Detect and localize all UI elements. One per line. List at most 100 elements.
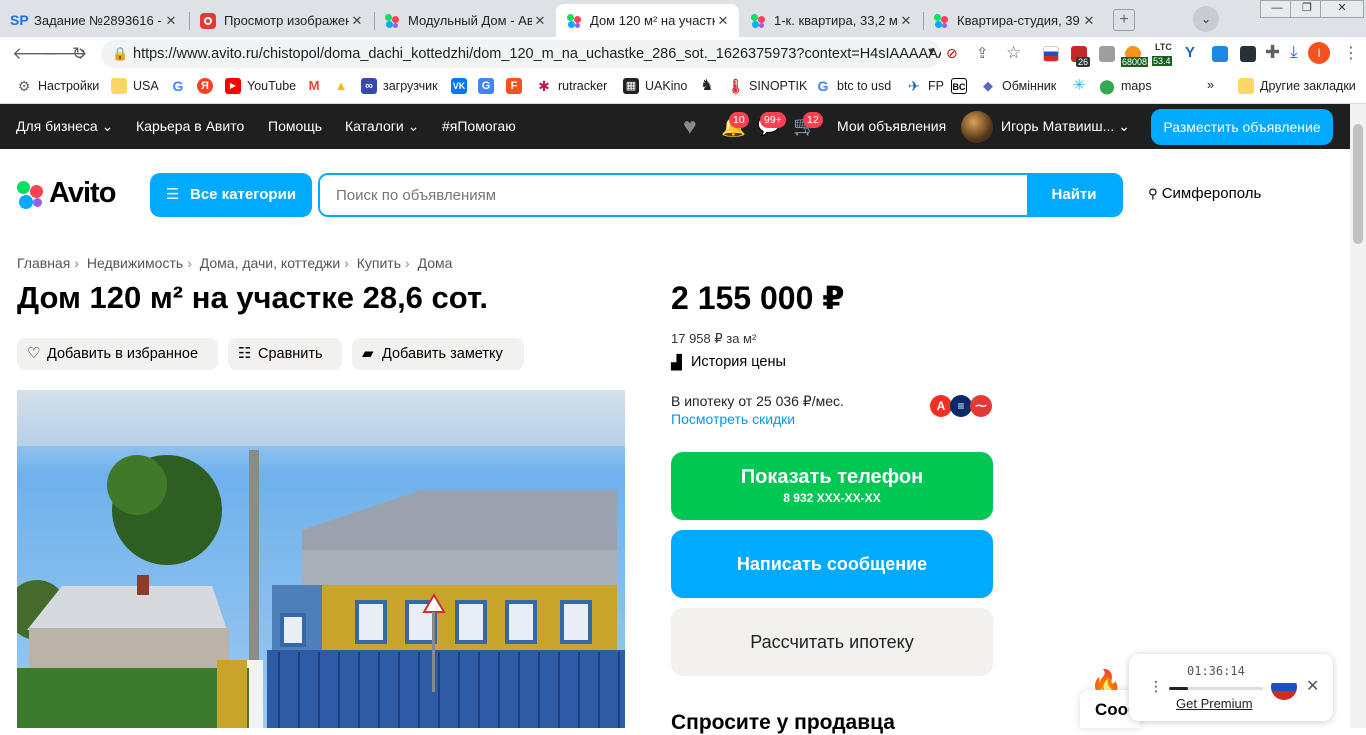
- close-icon[interactable]: ✕: [1306, 676, 1319, 696]
- categories-search-icon: ☰: [166, 186, 180, 203]
- bookmark-google[interactable]: G: [170, 78, 192, 94]
- see-discounts-link[interactable]: Посмотреть скидки: [671, 411, 795, 427]
- menu-icon[interactable]: ⋮: [1343, 43, 1359, 63]
- crumb-home[interactable]: Главная: [17, 255, 70, 271]
- nav-career[interactable]: Карьера в Авито: [136, 118, 244, 134]
- nav-help-tag[interactable]: #яПомогаю: [442, 118, 516, 134]
- download-icon[interactable]: ⤓: [1290, 42, 1298, 62]
- scrollbar-thumb[interactable]: [1353, 124, 1363, 244]
- bookmark-yandex[interactable]: Я: [197, 78, 219, 94]
- new-tab-button[interactable]: +: [1113, 9, 1135, 31]
- google-icon: G: [170, 78, 186, 94]
- bookmark-maps[interactable]: ⬤ maps: [1099, 78, 1152, 94]
- profile-avatar[interactable]: I: [1308, 42, 1330, 64]
- f-icon: F: [506, 78, 522, 94]
- block-icon[interactable]: ⊘: [946, 45, 958, 62]
- uakino-icon: ▦: [623, 78, 639, 94]
- crumb-buy[interactable]: Купить: [357, 255, 401, 271]
- bookmarks-overflow[interactable]: »: [1207, 78, 1214, 92]
- bookmark-f[interactable]: F: [506, 78, 528, 94]
- note-icon: ▰: [362, 345, 374, 362]
- bookmark-vk[interactable]: VK: [451, 78, 473, 94]
- tab-search-icon[interactable]: ⌄: [1193, 6, 1219, 32]
- briefcase-extension-icon[interactable]: [1099, 46, 1115, 62]
- lock-icon[interactable]: 🔒: [112, 40, 128, 68]
- bookmark-bc[interactable]: BC: [951, 78, 973, 94]
- show-phone-button[interactable]: Показать телефон 8 932 XXX-XX-XX: [671, 452, 993, 520]
- calculate-mortgage-button[interactable]: Рассчитать ипотеку: [671, 608, 993, 676]
- more-options-icon[interactable]: ⋮: [1149, 678, 1163, 695]
- crumb-houses-cottages[interactable]: Дома, дачи, коттеджи: [200, 255, 340, 271]
- bookmark-drive[interactable]: ▲: [333, 78, 355, 94]
- user-menu[interactable]: Игорь Матвииш... ⌄: [1001, 118, 1130, 135]
- favorites-heart-icon[interactable]: ♥: [683, 113, 697, 140]
- city-selector[interactable]: ⚲ Симферополь: [1148, 185, 1261, 202]
- close-icon[interactable]: ✕: [1081, 13, 1097, 29]
- minimize-button[interactable]: —: [1260, 0, 1294, 18]
- bookmark-gmail[interactable]: M: [306, 78, 328, 94]
- close-icon[interactable]: ✕: [349, 13, 365, 29]
- compare-button[interactable]: ☷ Сравнить: [228, 338, 342, 370]
- bookmark-star-icon[interactable]: ☆: [1006, 43, 1021, 63]
- close-icon[interactable]: ✕: [715, 13, 731, 29]
- bookmark-usa[interactable]: USA: [111, 78, 159, 94]
- tab-image-viewer[interactable]: Просмотр изображени ✕: [190, 4, 373, 37]
- bookmark-exchanger[interactable]: ◆ Обмінник: [980, 78, 1056, 94]
- page-scrollbar[interactable]: [1350, 104, 1366, 728]
- tab-zadanie[interactable]: SP Задание №2893616 - п ✕: [0, 4, 187, 37]
- close-icon[interactable]: ✕: [163, 13, 179, 29]
- price-per-m2: 17 958 ₽ за м²: [671, 331, 757, 346]
- price-history-link[interactable]: ▟ История цены: [671, 354, 786, 370]
- bookmark-settings[interactable]: ⚙ Настройки: [16, 78, 100, 94]
- bookmark-sinoptik[interactable]: 🌡 SINOPTIK: [727, 78, 807, 94]
- add-favorite-button[interactable]: ♡ Добавить в избранное: [17, 338, 218, 370]
- nav-business[interactable]: Для бизнеса ⌄: [16, 118, 113, 135]
- search-input[interactable]: [320, 175, 1030, 215]
- url-field[interactable]: 🔒 https://www.avito.ru/chistopol/doma_da…: [101, 40, 941, 68]
- bookmark-uakino[interactable]: ▦ UAKino: [623, 78, 687, 94]
- crumb-realty[interactable]: Недвижимость: [87, 255, 183, 271]
- listing-photo[interactable]: [17, 390, 625, 728]
- share-icon[interactable]: ⇪: [976, 44, 989, 62]
- nav-catalogs[interactable]: Каталоги ⌄: [345, 118, 419, 135]
- download-extension-icon[interactable]: [1212, 46, 1228, 62]
- nav-my-ads[interactable]: Мои объявления: [837, 118, 946, 134]
- bookmark-knight[interactable]: ♞: [699, 78, 721, 94]
- bookmark-star[interactable]: ✳: [1071, 78, 1093, 94]
- window-close-button[interactable]: ✕: [1320, 0, 1364, 18]
- bookmark-rutracker[interactable]: ✱ rutracker: [536, 78, 607, 94]
- crumb-houses[interactable]: Дома: [418, 255, 453, 271]
- write-message-button[interactable]: Написать сообщение: [671, 530, 993, 598]
- dropdown-icon[interactable]: ▼: [926, 46, 937, 58]
- flag-ru-icon[interactable]: [1043, 46, 1059, 62]
- all-categories-button[interactable]: ☰ Все категории: [150, 173, 312, 217]
- get-premium-link[interactable]: Get Premium: [1176, 696, 1253, 711]
- yandex-icon: Я: [197, 78, 213, 94]
- nav-help[interactable]: Помощь: [268, 118, 322, 134]
- close-icon[interactable]: ✕: [532, 13, 548, 29]
- puzzle-icon[interactable]: ✚: [1265, 42, 1280, 63]
- close-icon[interactable]: ✕: [898, 13, 914, 29]
- post-ad-button[interactable]: Разместить объявление: [1151, 109, 1333, 145]
- bookmark-translate[interactable]: G: [478, 78, 500, 94]
- map-pin-icon: ⬤: [1099, 78, 1115, 94]
- tab-modular-house[interactable]: Модульный Дом - Авит ✕: [374, 4, 556, 37]
- bookmark-fp[interactable]: ✈ FP: [906, 78, 944, 94]
- avito-logo[interactable]: Avito: [17, 177, 137, 213]
- other-bookmarks[interactable]: Другие закладки: [1238, 78, 1356, 94]
- tab-house-120[interactable]: Дом 120 м² на участке ✕: [556, 4, 739, 37]
- player-progress[interactable]: [1169, 687, 1263, 690]
- tab-apartment-33[interactable]: 1-к. квартира, 33,2 м², 3 ✕: [740, 4, 922, 37]
- bookmark-youtube[interactable]: ▶ YouTube: [225, 78, 296, 94]
- tab-studio-39[interactable]: Квартира-студия, 39,9 м ✕: [923, 4, 1105, 37]
- terminal-extension-icon[interactable]: [1240, 46, 1256, 62]
- add-note-button[interactable]: ▰ Добавить заметку: [352, 338, 524, 370]
- maximize-button[interactable]: ❐: [1290, 0, 1324, 18]
- reload-icon[interactable]: ↻: [72, 44, 86, 64]
- y-extension-icon[interactable]: Y: [1185, 44, 1195, 61]
- bookmark-loader[interactable]: ∞ загрузчик: [361, 78, 438, 94]
- search-button[interactable]: Найти: [1027, 175, 1121, 215]
- flag-ru-icon[interactable]: [1271, 674, 1297, 700]
- bookmark-btc-to-usd[interactable]: Gbtc to usd: [815, 78, 891, 94]
- avatar[interactable]: [961, 111, 993, 143]
